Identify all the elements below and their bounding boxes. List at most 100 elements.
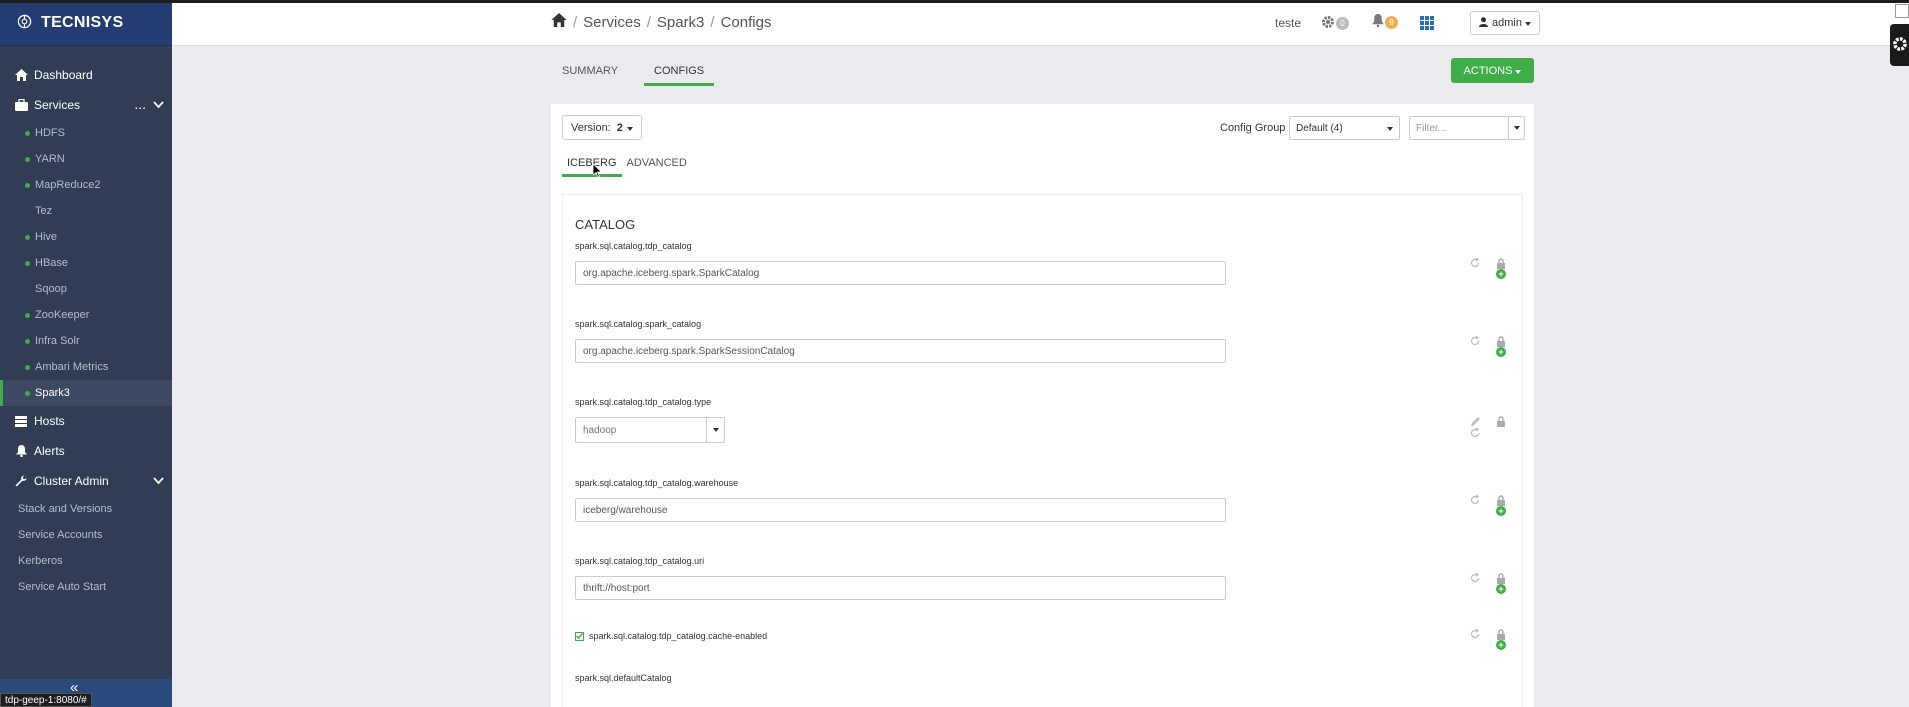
property-input-spark-catalog[interactable]: org.apache.iceberg.spark.SparkSessionCat… — [575, 339, 1226, 363]
add-override-icon[interactable]: + — [1496, 640, 1506, 650]
services-more-button[interactable]: ... — [134, 96, 146, 112]
property-name: spark.sql.catalog.spark_catalog — [575, 319, 702, 329]
alerts-button[interactable]: 9 — [1372, 14, 1398, 30]
version-dropdown[interactable]: Version: 2 — [562, 115, 642, 140]
status-dot-icon — [25, 390, 30, 396]
ops-count-badge: 0 — [1336, 17, 1349, 30]
sidebar-service-ambari-metrics[interactable]: Ambari Metrics — [0, 354, 172, 380]
sidebar: TECNISYS Dashboard Services ... HDFS YAR… — [0, 0, 172, 707]
sidebar-service-sqoop[interactable]: Sqoop — [0, 276, 172, 302]
caret-down-icon — [1515, 65, 1522, 77]
sidebar-item-cluster-admin[interactable]: Cluster Admin — [0, 466, 172, 496]
lock-icon[interactable] — [1496, 416, 1506, 430]
property-input-tdp-catalog[interactable]: org.apache.iceberg.spark.SparkCatalog — [575, 261, 1226, 285]
service-label: Spark3 — [35, 387, 70, 399]
window-corner — [1895, 4, 1909, 18]
sidebar-item-hosts[interactable]: Hosts — [0, 406, 172, 436]
filter-dropdown-button[interactable] — [1508, 117, 1524, 139]
property-select-catalog-type[interactable]: hadoop — [575, 417, 725, 443]
breadcrumb-separator: / — [710, 13, 715, 31]
property-controls: + — [1470, 494, 1510, 523]
sidebar-item-label: Alerts — [34, 444, 65, 458]
sidebar-service-infra-solr[interactable]: Infra Solr — [0, 328, 172, 354]
sidebar-service-tez[interactable]: Tez — [0, 198, 172, 224]
status-dot-icon — [25, 130, 30, 136]
user-icon — [1479, 16, 1488, 30]
chevron-down-icon[interactable] — [153, 98, 164, 112]
add-override-icon[interactable]: + — [1496, 347, 1506, 357]
status-dot-icon — [25, 260, 30, 266]
sidebar-admin-stack-versions[interactable]: Stack and Versions — [0, 496, 172, 522]
tab-iceberg[interactable]: ICEBERG — [562, 154, 622, 177]
page-settings-button[interactable] — [1890, 24, 1909, 66]
service-label: YARN — [35, 153, 65, 165]
sidebar-item-label: Hosts — [34, 414, 65, 428]
undo-icon[interactable] — [1470, 257, 1480, 271]
wrench-icon — [14, 474, 28, 488]
sidebar-admin-service-auto-start[interactable]: Service Auto Start — [0, 574, 172, 600]
home-icon — [14, 68, 28, 82]
property-name: spark.sql.catalog.tdp_catalog.uri — [575, 556, 705, 566]
filter-input[interactable]: Filter... — [1410, 123, 1508, 134]
section-title: CATALOG — [575, 217, 636, 232]
sidebar-item-dashboard[interactable]: Dashboard — [0, 60, 172, 90]
sidebar-service-hbase[interactable]: HBase — [0, 250, 172, 276]
sidebar-item-label: Services — [34, 98, 81, 112]
add-override-icon[interactable]: + — [1496, 506, 1506, 516]
sidebar-admin-kerberos[interactable]: Kerberos — [0, 548, 172, 574]
filter-box: Filter... — [1409, 116, 1525, 140]
brand-name: TECNISYS — [41, 13, 124, 31]
breadcrumb-spark3[interactable]: Spark3 — [657, 14, 705, 31]
sidebar-service-hive[interactable]: Hive — [0, 224, 172, 250]
status-dot-icon — [25, 182, 30, 188]
caret-down-icon — [1524, 17, 1531, 29]
undo-icon[interactable] — [1470, 427, 1480, 441]
cache-enabled-checkbox[interactable] — [575, 631, 584, 641]
service-label: Sqoop — [35, 283, 67, 295]
actions-button[interactable]: ACTIONS — [1451, 58, 1534, 83]
sidebar-service-spark3[interactable]: Spark3 — [0, 380, 172, 406]
tab-configs[interactable]: CONFIGS — [644, 62, 715, 86]
user-menu-button[interactable]: admin — [1470, 11, 1540, 35]
sidebar-service-yarn[interactable]: YARN — [0, 146, 172, 172]
service-label: ZooKeeper — [35, 309, 90, 321]
sidebar-service-zookeeper[interactable]: ZooKeeper — [0, 302, 172, 328]
config-group-select[interactable]: Default (4) — [1289, 116, 1400, 140]
sidebar-item-alerts[interactable]: Alerts — [0, 436, 172, 466]
breadcrumb-separator: / — [646, 13, 651, 31]
sidebar-service-hdfs[interactable]: HDFS — [0, 120, 172, 146]
status-dot-icon — [25, 234, 30, 240]
select-dropdown-button[interactable] — [706, 417, 724, 443]
top-bar: / Services / Spark3 / Configs teste 0 9 … — [172, 0, 1909, 46]
sidebar-item-services[interactable]: Services ... — [0, 90, 172, 120]
undo-icon[interactable] — [1470, 335, 1480, 349]
add-override-icon[interactable]: + — [1496, 269, 1506, 279]
chevron-down-icon[interactable] — [153, 474, 164, 488]
property-input-warehouse[interactable]: iceberg/warehouse — [575, 498, 1226, 522]
status-dot-icon — [25, 338, 30, 344]
sidebar-item-label: Dashboard — [34, 68, 93, 82]
property-name: spark.sql.catalog.tdp_catalog.type — [575, 397, 712, 407]
service-tabs: SUMMARY CONFIGS — [552, 62, 715, 86]
property-name: spark.sql.catalog.tdp_catalog.warehouse — [575, 478, 739, 488]
add-override-icon[interactable]: + — [1496, 584, 1506, 594]
sidebar-admin-service-accounts[interactable]: Service Accounts — [0, 522, 172, 548]
home-icon[interactable] — [551, 13, 567, 31]
tab-summary[interactable]: SUMMARY — [552, 62, 628, 86]
service-label: HBase — [35, 257, 69, 269]
cluster-name: teste — [1275, 16, 1302, 30]
property-name: spark.sql.catalog.tdp_catalog.cache-enab… — [589, 631, 768, 641]
background-operations-button[interactable]: 0 — [1321, 15, 1349, 32]
sidebar-service-mapreduce2[interactable]: MapReduce2 — [0, 172, 172, 198]
breadcrumb-services[interactable]: Services — [583, 14, 641, 31]
config-group-label: Config Group — [1220, 122, 1286, 134]
undo-icon[interactable] — [1470, 494, 1480, 508]
undo-icon[interactable] — [1470, 628, 1480, 642]
service-label: HDFS — [35, 127, 65, 139]
alerts-count-badge: 9 — [1385, 15, 1398, 29]
brand-bar[interactable]: TECNISYS — [0, 0, 172, 46]
tab-advanced[interactable]: ADVANCED — [622, 154, 692, 177]
apps-grid-icon[interactable] — [1420, 16, 1434, 33]
undo-icon[interactable] — [1470, 572, 1480, 586]
property-input-uri[interactable]: thrift://host:port — [575, 576, 1226, 600]
